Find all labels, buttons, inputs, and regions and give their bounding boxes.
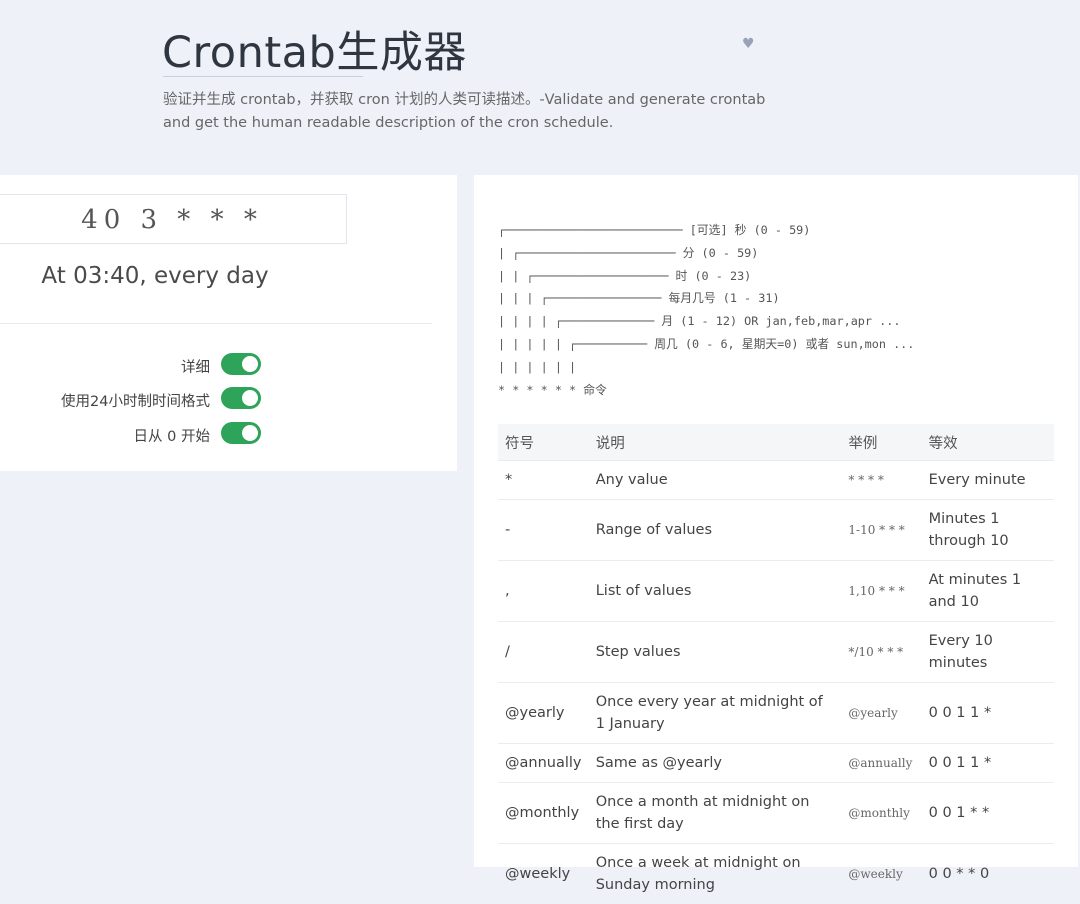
option-24-hour: 使用24小时制时间格式 <box>0 386 262 414</box>
symbol-cell: @weekly <box>498 844 589 904</box>
option-24-hour-toggle[interactable] <box>221 387 261 409</box>
description-cell: Step values <box>589 622 842 683</box>
equivalent-cell: At minutes 1 and 10 <box>922 561 1054 622</box>
column-header-equivalent: 等效 <box>922 424 1054 461</box>
column-header-description: 说明 <box>589 424 842 461</box>
cron-field-diagram: ┌───────────────────────── [可选] 秒 (0 - 5… <box>498 219 914 401</box>
toggle-knob <box>242 356 258 372</box>
page-header: Crontab生成器 ♥ 验证并生成 crontab，并获取 cron 计划的人… <box>0 0 1080 175</box>
table-row: - Range of values 1-10 * * * Minutes 1 t… <box>498 500 1054 561</box>
title-underline <box>163 76 363 77</box>
table-row: / Step values */10 * * * Every 10 minute… <box>498 622 1054 683</box>
column-header-example: 举例 <box>841 424 921 461</box>
toggle-knob <box>242 425 258 441</box>
symbol-cell: @annually <box>498 744 589 783</box>
toggle-knob <box>242 390 258 406</box>
equivalent-cell: Every minute <box>922 461 1054 500</box>
diagram-line: ┌───────────────────────── [可选] 秒 (0 - 5… <box>498 223 810 237</box>
table-header-row: 符号 说明 举例 等效 <box>498 424 1054 461</box>
example-cell: * * * * <box>841 461 921 500</box>
column-header-symbol: 符号 <box>498 424 589 461</box>
description-cell: Once a month at midnight on the first da… <box>589 783 842 844</box>
diagram-line: | | | | ┌───────────── 月 (1 - 12) OR jan… <box>498 314 900 328</box>
equivalent-cell: Every 10 minutes <box>922 622 1054 683</box>
symbol-cell: / <box>498 622 589 683</box>
diagram-line: * * * * * * 命令 <box>498 383 607 397</box>
table-row: @monthly Once a month at midnight on the… <box>498 783 1054 844</box>
equivalent-cell: 0 0 1 * * <box>922 783 1054 844</box>
option-verbose: 详细 <box>0 352 262 380</box>
symbol-cell: , <box>498 561 589 622</box>
table-row: * Any value * * * * Every minute <box>498 461 1054 500</box>
divider <box>0 323 432 324</box>
description-cell: List of values <box>589 561 842 622</box>
description-cell: Once a week at midnight on Sunday mornin… <box>589 844 842 904</box>
option-24-hour-label: 使用24小时制时间格式 <box>61 390 210 411</box>
description-cell: Any value <box>589 461 842 500</box>
diagram-line: | | | | | | <box>498 360 576 374</box>
diagram-line: | | | ┌──────────────── 每月几号 (1 - 31) <box>498 291 780 305</box>
diagram-line: | ┌────────────────────── 分 (0 - 59) <box>498 246 758 260</box>
description-cell: Once every year at midnight of 1 January <box>589 683 842 744</box>
cron-expression-input[interactable]: 40 3 * * * <box>0 194 347 244</box>
example-cell: 1-10 * * * <box>841 500 921 561</box>
example-cell: @annually <box>841 744 921 783</box>
syntax-reference-table: 符号 说明 举例 等效 * Any value * * * * Every mi… <box>498 424 1054 904</box>
example-cell: 1,10 * * * <box>841 561 921 622</box>
diagram-line: | | ┌─────────────────── 时 (0 - 23) <box>498 269 751 283</box>
page-subtitle: 验证并生成 crontab，并获取 cron 计划的人类可读描述。-Valida… <box>163 89 783 135</box>
cron-description: At 03:40, every day <box>0 263 310 289</box>
symbol-cell: - <box>498 500 589 561</box>
page-title: Crontab生成器 <box>162 18 467 80</box>
cron-editor-panel: 40 3 * * * At 03:40, every day 详细 使用24小时… <box>0 175 457 471</box>
reference-panel: ┌───────────────────────── [可选] 秒 (0 - 5… <box>474 175 1078 867</box>
table-row: , List of values 1,10 * * * At minutes 1… <box>498 561 1054 622</box>
symbol-cell: @yearly <box>498 683 589 744</box>
option-day-zero-toggle[interactable] <box>221 422 261 444</box>
symbol-cell: * <box>498 461 589 500</box>
equivalent-cell: 0 0 * * 0 <box>922 844 1054 904</box>
table-row: @weekly Once a week at midnight on Sunda… <box>498 844 1054 904</box>
example-cell: */10 * * * <box>841 622 921 683</box>
example-cell: @weekly <box>841 844 921 904</box>
table-row: @annually Same as @yearly @annually 0 0 … <box>498 744 1054 783</box>
option-verbose-toggle[interactable] <box>221 353 261 375</box>
equivalent-cell: 0 0 1 1 * <box>922 683 1054 744</box>
example-cell: @monthly <box>841 783 921 844</box>
option-day-zero: 日从 0 开始 <box>0 421 262 449</box>
option-verbose-label: 详细 <box>181 356 210 377</box>
description-cell: Range of values <box>589 500 842 561</box>
table-row: @yearly Once every year at midnight of 1… <box>498 683 1054 744</box>
equivalent-cell: Minutes 1 through 10 <box>922 500 1054 561</box>
heart-icon[interactable]: ♥ <box>742 36 755 52</box>
equivalent-cell: 0 0 1 1 * <box>922 744 1054 783</box>
description-cell: Same as @yearly <box>589 744 842 783</box>
symbol-cell: @monthly <box>498 783 589 844</box>
diagram-line: | | | | | ┌────────── 周几 (0 - 6, 星期天=0) … <box>498 337 914 351</box>
option-day-zero-label: 日从 0 开始 <box>134 425 210 446</box>
example-cell: @yearly <box>841 683 921 744</box>
